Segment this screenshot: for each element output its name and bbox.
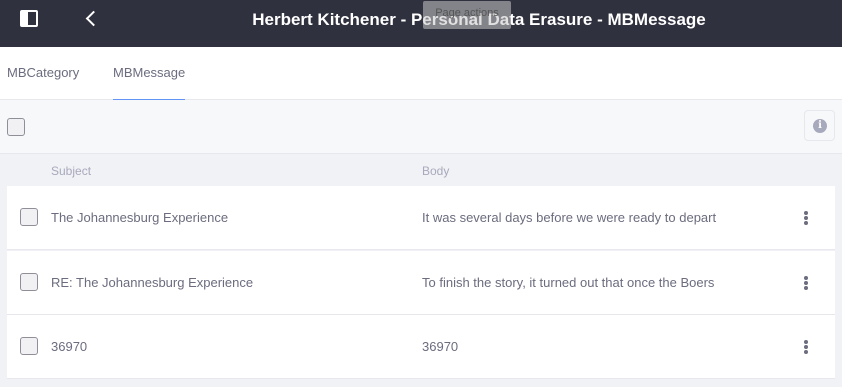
column-header-body: Body xyxy=(422,164,450,178)
table-row: RE: The Johannesburg Experience To finis… xyxy=(7,251,835,315)
management-toolbar: i xyxy=(0,100,842,154)
select-all-checkbox[interactable] xyxy=(7,118,25,136)
body-cell: It was several days before we were ready… xyxy=(422,210,717,225)
row-actions-kebab-icon[interactable] xyxy=(801,275,811,291)
row-checkbox[interactable] xyxy=(20,208,38,226)
tab-navigation: MBCategory MBMessage xyxy=(0,47,842,101)
subject-cell: The Johannesburg Experience xyxy=(51,210,229,225)
row-checkbox[interactable] xyxy=(20,337,38,355)
subject-cell: RE: The Johannesburg Experience xyxy=(51,275,254,290)
page-actions-tooltip: Page actions xyxy=(423,1,511,29)
tab-mbcategory[interactable]: MBCategory xyxy=(7,47,79,100)
subject-cell: 36970 xyxy=(51,339,88,354)
row-actions-kebab-icon[interactable] xyxy=(801,339,811,355)
row-actions-kebab-icon[interactable] xyxy=(801,210,811,226)
info-button[interactable]: i xyxy=(804,110,835,141)
table-row: The Johannesburg Experience It was sever… xyxy=(7,186,835,250)
row-checkbox[interactable] xyxy=(20,273,38,291)
body-cell: To finish the story, it turned out that … xyxy=(422,275,715,290)
body-cell: 36970 xyxy=(422,339,459,354)
table-row: 36970 36970 xyxy=(7,315,835,379)
column-header-subject: Subject xyxy=(51,164,92,178)
info-icon: i xyxy=(813,119,827,133)
tab-mbmessage[interactable]: MBMessage xyxy=(113,47,186,101)
page-title: Herbert Kitchener - Personal Data Erasur… xyxy=(252,10,706,29)
top-navigation-bar: Herbert Kitchener - Personal Data Erasur… xyxy=(0,0,842,47)
